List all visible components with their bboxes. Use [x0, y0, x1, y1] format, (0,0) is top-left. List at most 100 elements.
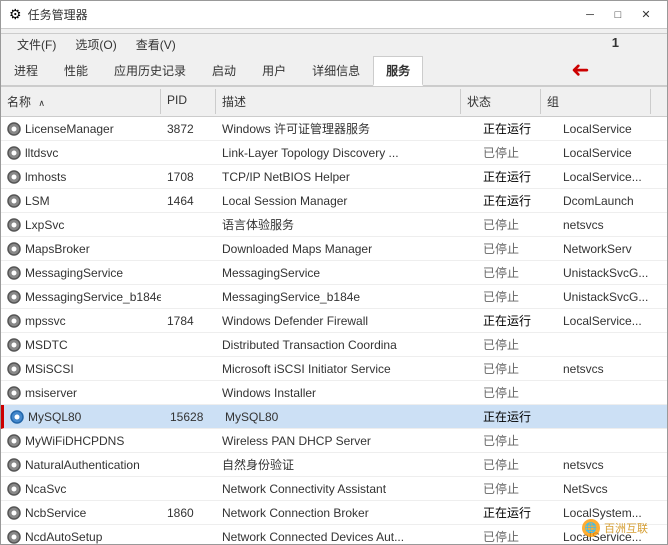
table-row[interactable]: msiserverWindows Installer已停止 [1, 381, 667, 405]
service-name-text: NaturalAuthentication [25, 458, 140, 472]
tab-startup[interactable]: 启动 [199, 56, 249, 86]
service-name-text: LSM [25, 194, 50, 208]
title-bar-left: ⚙ 任务管理器 [9, 6, 88, 23]
td-group: netsvcs [557, 453, 667, 476]
tab-services[interactable]: 服务 [373, 56, 423, 86]
table-body[interactable]: LicenseManager3872Windows 许可证管理器服务正在运行Lo… [1, 117, 667, 544]
tab-processes[interactable]: 进程 [1, 56, 51, 86]
service-icon [7, 530, 21, 544]
td-status: 已停止 [477, 213, 557, 236]
table-row[interactable]: mpssvc1784Windows Defender Firewall正在运行L… [1, 309, 667, 333]
service-icon [7, 338, 21, 352]
td-name: MessagingService [1, 261, 161, 284]
td-status: 已停止 [477, 141, 557, 164]
th-pid[interactable]: PID [161, 89, 216, 114]
td-desc: TCP/IP NetBIOS Helper [216, 165, 477, 188]
table-row[interactable]: NaturalAuthentication自然身份验证已停止netsvcs [1, 453, 667, 477]
table-row[interactable]: MessagingServiceMessagingService已停止Unist… [1, 261, 667, 285]
table-row[interactable]: NcaSvcNetwork Connectivity Assistant已停止N… [1, 477, 667, 501]
td-name: NcbService [1, 501, 161, 524]
th-name[interactable]: 名称 ∧ [1, 89, 161, 114]
td-group: LocalService... [557, 165, 667, 188]
td-group: LocalService... [557, 309, 667, 332]
td-desc: MessagingService_b184e [216, 285, 477, 308]
td-group: DcomLaunch [557, 189, 667, 212]
td-desc: Windows 许可证管理器服务 [216, 117, 477, 140]
td-pid [161, 213, 216, 236]
table-row[interactable]: MySQL8015628MySQL80正在运行 [1, 405, 667, 429]
table-row[interactable]: MSDTCDistributed Transaction Coordina已停止 [1, 333, 667, 357]
td-status: 已停止 [477, 333, 557, 356]
table-row[interactable]: lltdsvcLink-Layer Topology Discovery ...… [1, 141, 667, 165]
close-button[interactable]: ✕ [633, 5, 659, 25]
table-row[interactable]: MapsBrokerDownloaded Maps Manager已停止Netw… [1, 237, 667, 261]
td-name: MessagingService_b184e [1, 285, 161, 308]
td-name: MSDTC [1, 333, 161, 356]
table-row[interactable]: lmhosts1708TCP/IP NetBIOS Helper正在运行Loca… [1, 165, 667, 189]
menu-file[interactable]: 文件(F) [9, 36, 64, 54]
td-desc: Network Connected Devices Aut... [216, 525, 477, 544]
table-row[interactable]: LxpSvc语言体验服务已停止netsvcs [1, 213, 667, 237]
td-name: mpssvc [1, 309, 161, 332]
td-pid: 1708 [161, 165, 216, 188]
td-pid: 1860 [161, 501, 216, 524]
td-status: 正在运行 [477, 309, 557, 332]
service-icon [10, 410, 24, 424]
td-status: 正在运行 [477, 405, 557, 428]
td-group: UnistackSvcG... [557, 285, 667, 308]
service-icon [7, 290, 21, 304]
td-name: MySQL80 [4, 405, 164, 428]
tabs-bar: 进程 性能 应用历史记录 启动 用户 详细信息 服务 1 ➜ [1, 55, 667, 87]
service-name-text: MySQL80 [28, 410, 81, 424]
td-desc: Windows Defender Firewall [216, 309, 477, 332]
tab-performance[interactable]: 性能 [51, 56, 101, 86]
service-icon [7, 362, 21, 376]
td-status: 已停止 [477, 453, 557, 476]
service-name-text: lmhosts [25, 170, 66, 184]
td-pid [161, 261, 216, 284]
service-icon [7, 314, 21, 328]
td-status: 已停止 [477, 261, 557, 284]
td-name: lltdsvc [1, 141, 161, 164]
minimize-button[interactable]: ─ [577, 5, 603, 25]
sort-arrow-name: ∧ [38, 98, 45, 109]
table-row[interactable]: NcdAutoSetup Network Connected Devices Au… [1, 525, 667, 544]
th-desc[interactable]: 描述 [216, 89, 461, 114]
table-row[interactable]: MyWiFiDHCPDNSWireless PAN DHCP Server已停止 [1, 429, 667, 453]
td-pid [161, 429, 216, 452]
th-status[interactable]: 状态 [461, 89, 541, 114]
menu-options[interactable]: 选项(O) [67, 36, 124, 54]
service-name-text: MSDTC [25, 338, 68, 352]
td-group: LocalService [557, 141, 667, 164]
maximize-button[interactable]: □ [605, 5, 631, 25]
tab-app-history[interactable]: 应用历史记录 [101, 56, 199, 86]
menu-view[interactable]: 查看(V) [128, 36, 184, 54]
td-group: NetSvcs [557, 477, 667, 500]
td-name: msiserver [1, 381, 161, 404]
tab-users[interactable]: 用户 [249, 56, 299, 86]
window-controls: ─ □ ✕ [577, 5, 659, 25]
table-row[interactable]: MSiSCSIMicrosoft iSCSI Initiator Service… [1, 357, 667, 381]
td-status: 已停止 [477, 477, 557, 500]
td-desc: MySQL80 [219, 405, 477, 428]
annotation-arrow: ➜ [571, 57, 589, 83]
table-row[interactable]: LSM1464Local Session Manager正在运行DcomLaun… [1, 189, 667, 213]
td-group [557, 333, 667, 356]
table-row[interactable]: MessagingService_b184e MessagingService_b… [1, 285, 667, 309]
service-icon [7, 170, 21, 184]
td-group: UnistackSvcG... [557, 261, 667, 284]
table-row[interactable]: LicenseManager3872Windows 许可证管理器服务正在运行Lo… [1, 117, 667, 141]
td-desc: Windows Installer [216, 381, 477, 404]
td-name: MyWiFiDHCPDNS [1, 429, 161, 452]
th-group[interactable]: 组 [541, 89, 651, 114]
service-name-text: NcbService [25, 506, 86, 520]
td-desc: Network Connectivity Assistant [216, 477, 477, 500]
td-pid [161, 141, 216, 164]
td-desc: Microsoft iSCSI Initiator Service [216, 357, 477, 380]
td-desc: 语言体验服务 [216, 213, 477, 236]
service-icon [7, 194, 21, 208]
table-row[interactable]: NcbService1860Network Connection Broker正… [1, 501, 667, 525]
tab-details[interactable]: 详细信息 [299, 56, 373, 86]
service-name-text: NcdAutoSetup [25, 530, 102, 544]
td-desc: Local Session Manager [216, 189, 477, 212]
